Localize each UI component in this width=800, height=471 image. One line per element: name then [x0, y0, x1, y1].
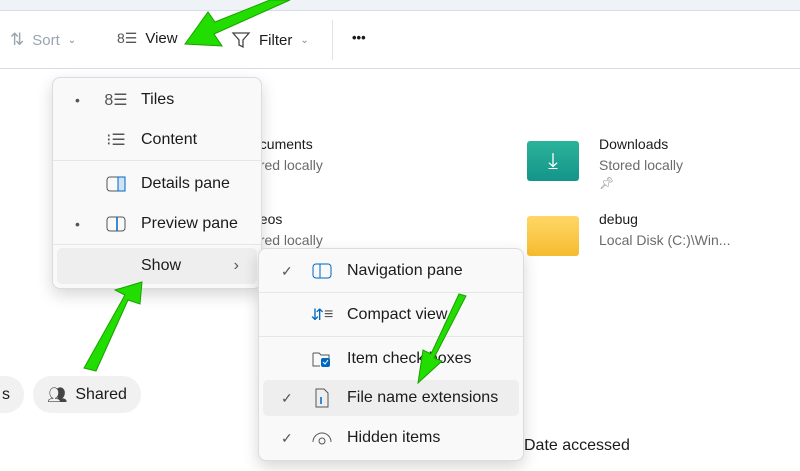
arrow-to-show-icon: [83, 281, 143, 372]
annotation-arrows: [83, 0, 467, 385]
arrow-to-extensions-icon: [417, 293, 467, 385]
arrow-to-view-icon: [184, 0, 291, 47]
